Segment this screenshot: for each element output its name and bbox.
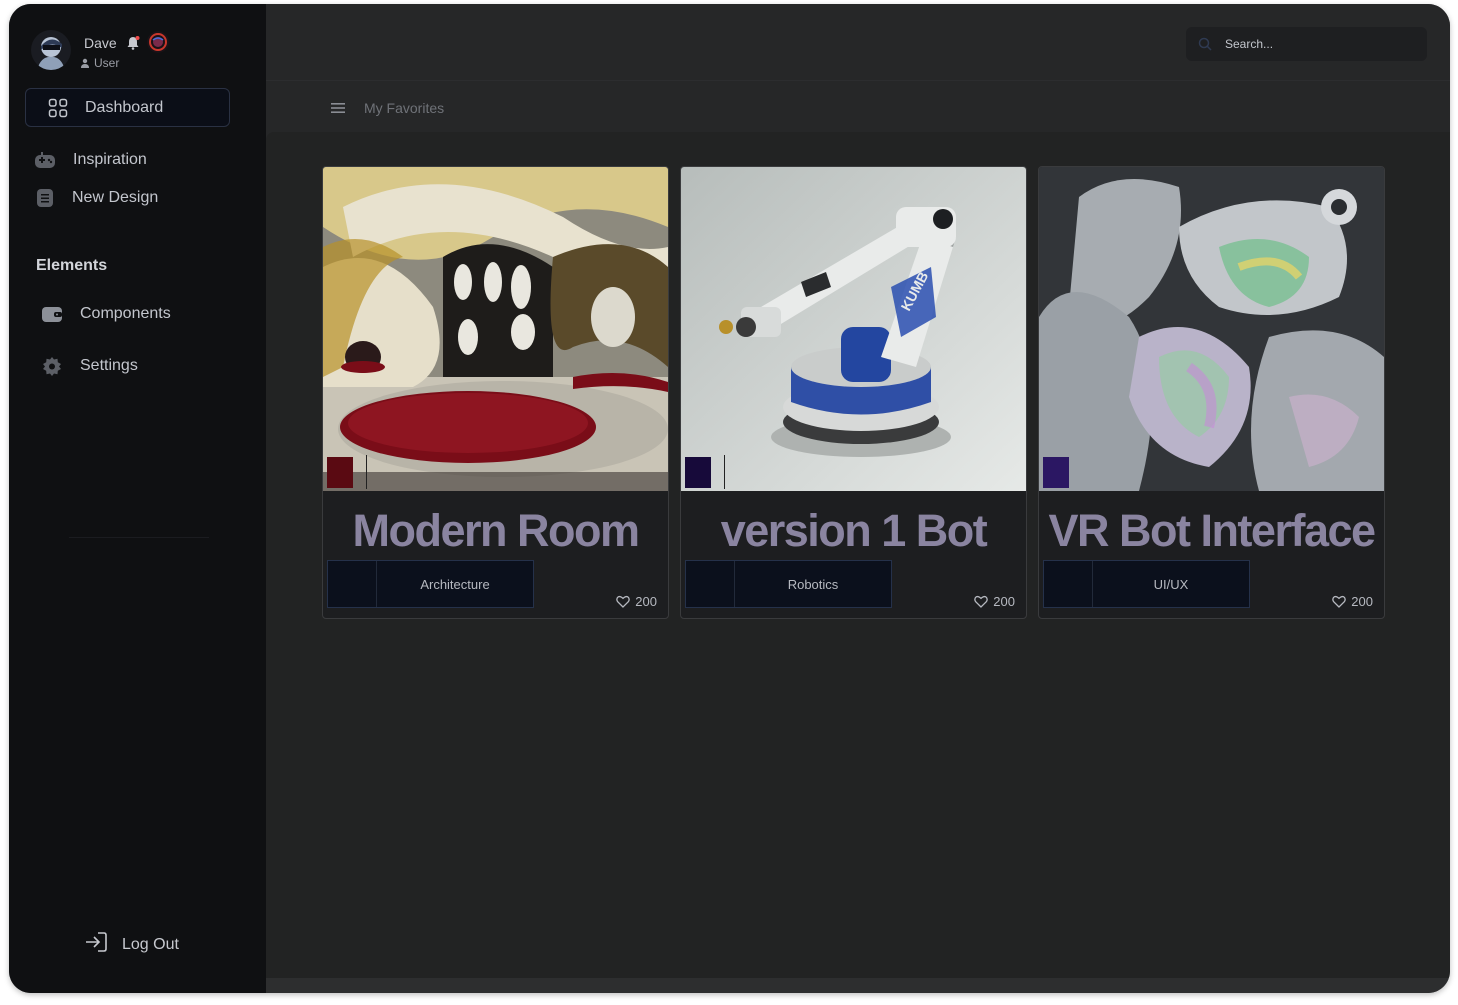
sidebar-item-dashboard[interactable]: Dashboard	[25, 88, 230, 127]
card-image[interactable]	[323, 167, 668, 491]
like-button[interactable]: 200	[1332, 594, 1373, 609]
like-count: 200	[993, 594, 1015, 609]
logout-button[interactable]: Log Out	[84, 931, 179, 958]
sidebar-item-settings[interactable]: Settings	[41, 355, 138, 377]
user-icon	[81, 58, 89, 68]
tag-label: Architecture	[420, 576, 490, 592]
card-image[interactable]	[1039, 167, 1384, 491]
favorite-card[interactable]: Modern Room Architecture 200	[322, 166, 669, 619]
sidebar-item-label: Components	[80, 305, 171, 322]
swatch-divider	[366, 455, 367, 489]
tag-label: Robotics	[787, 576, 839, 592]
breadcrumb-bar: My Favorites	[266, 80, 1450, 133]
card-title: Modern Room	[352, 505, 640, 556]
color-swatch	[327, 457, 353, 488]
sidebar-item-new-design[interactable]: New Design	[34, 187, 158, 209]
user-role: User	[80, 56, 119, 70]
favorite-card[interactable]: KUMB version 1 Bot Robotics 200	[680, 166, 1027, 619]
heart-icon	[1332, 595, 1347, 608]
color-swatch	[685, 457, 711, 488]
secondary-avatar-icon[interactable]	[147, 31, 169, 53]
user-profile[interactable]: Dave User	[31, 30, 251, 78]
hamburger-menu-icon[interactable]	[331, 101, 345, 113]
favorite-card[interactable]: VR Bot Interface UI/UX 200	[1038, 166, 1385, 619]
category-tag[interactable]: Robotics	[685, 560, 892, 608]
search-icon	[1198, 37, 1212, 51]
gamepad-icon	[34, 149, 56, 171]
like-button[interactable]: 200	[974, 594, 1015, 609]
swatch-divider	[724, 455, 725, 489]
top-bar	[266, 4, 1450, 80]
sidebar-item-components[interactable]: Components	[41, 303, 171, 325]
sidebar-item-label: Inspiration	[73, 151, 147, 168]
document-icon	[34, 187, 56, 209]
breadcrumb: My Favorites	[364, 100, 445, 116]
like-count: 200	[635, 594, 657, 609]
category-tag[interactable]: UI/UX	[1043, 560, 1250, 608]
category-tag[interactable]: Architecture	[327, 560, 534, 608]
app-window: Dave User Dashboard Inspiration New Desi…	[9, 4, 1450, 993]
heart-icon	[616, 595, 631, 608]
wallet-icon	[41, 303, 63, 325]
like-button[interactable]: 200	[616, 594, 657, 609]
card-image[interactable]: KUMB	[681, 167, 1026, 491]
like-count: 200	[1351, 594, 1373, 609]
logout-label: Log Out	[122, 935, 179, 953]
sidebar-item-label: Settings	[80, 357, 138, 374]
sidebar: Dave User Dashboard Inspiration New Desi…	[9, 4, 266, 993]
tag-box	[686, 561, 735, 607]
card-title: VR Bot Interface	[1048, 505, 1376, 556]
grid-icon	[47, 97, 69, 119]
sidebar-item-inspiration[interactable]: Inspiration	[34, 149, 147, 171]
card-title: version 1 Bot	[720, 505, 988, 556]
notification-bell-icon[interactable]	[126, 36, 140, 50]
bottom-strip	[266, 978, 1450, 993]
avatar[interactable]	[31, 30, 71, 70]
sidebar-item-label: New Design	[72, 189, 159, 206]
gear-icon	[41, 355, 63, 377]
tag-box	[1044, 561, 1093, 607]
sidebar-divider	[69, 537, 209, 538]
search-box[interactable]	[1186, 27, 1427, 61]
tag-label: UI/UX	[1153, 576, 1189, 592]
search-input[interactable]	[1223, 36, 1407, 52]
heart-icon	[974, 595, 989, 608]
logout-icon	[84, 931, 108, 958]
section-title-elements: Elements	[36, 257, 108, 274]
username: Dave	[84, 35, 117, 51]
color-swatch	[1043, 457, 1069, 488]
tag-box	[328, 561, 377, 607]
sidebar-item-label: Dashboard	[85, 98, 164, 116]
